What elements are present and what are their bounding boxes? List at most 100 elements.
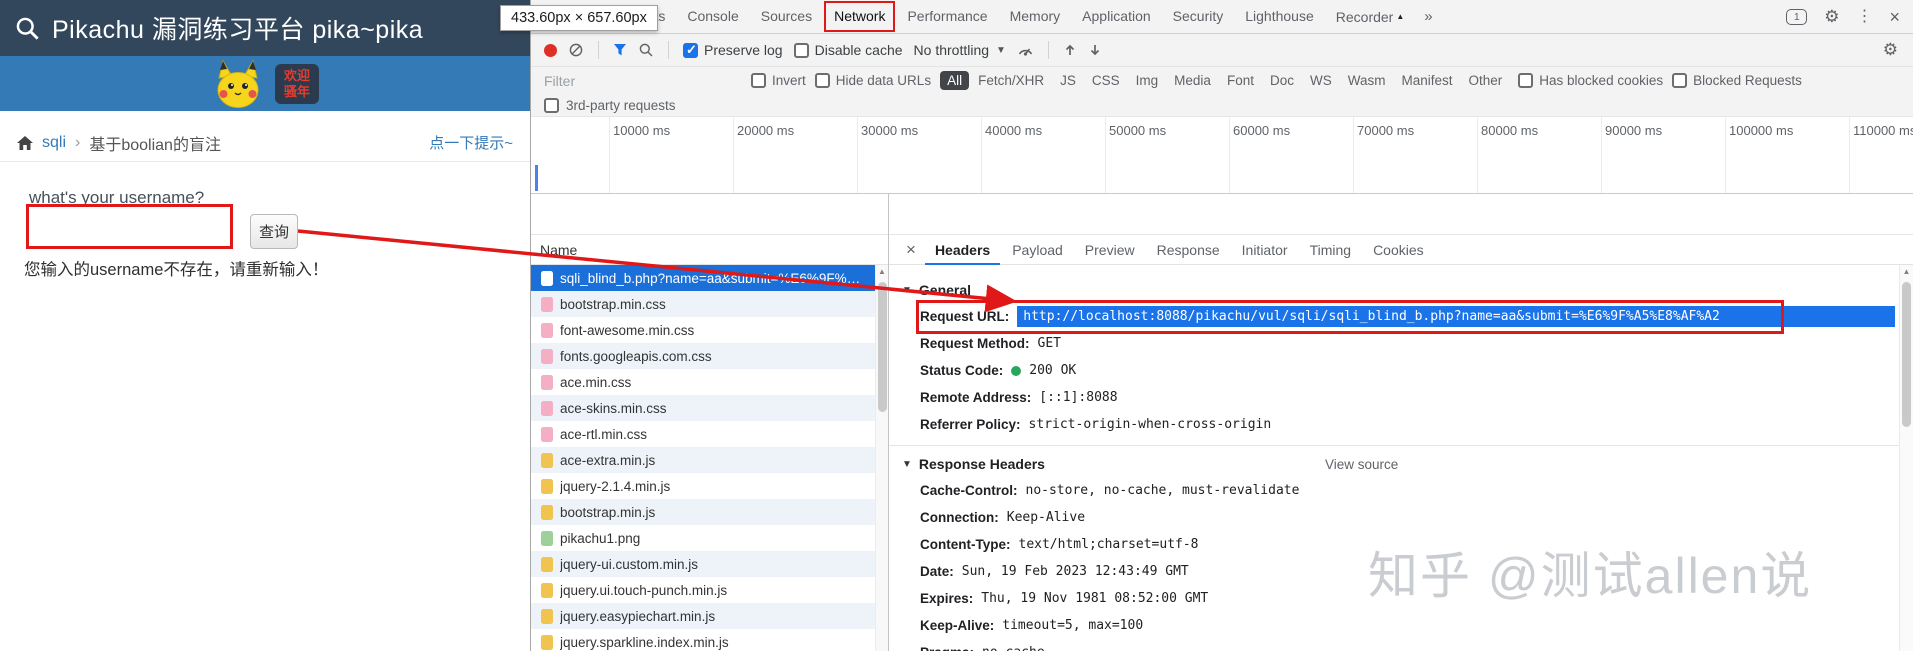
filter-pill-css[interactable]: CSS <box>1085 71 1127 90</box>
filter-funnel-icon[interactable] <box>613 43 627 57</box>
filter-pill-js[interactable]: JS <box>1053 71 1083 90</box>
details-scrollbar[interactable]: ▲ <box>1899 265 1913 651</box>
preserve-log-checkbox[interactable] <box>683 42 698 58</box>
more-options-icon[interactable]: ⋮ <box>1856 8 1872 25</box>
issues-counter-icon[interactable]: 1 <box>1786 8 1808 25</box>
request-row[interactable]: bootstrap.min.css <box>531 291 875 317</box>
timeline-gridline <box>1229 117 1230 193</box>
scrollbar-thumb[interactable] <box>878 282 887 412</box>
network-overview-timeline[interactable]: 10000 ms 20000 ms 30000 ms 40000 ms 5000… <box>531 117 1913 194</box>
request-row[interactable]: jquery.ui.touch-punch.min.js <box>531 577 875 603</box>
query-button[interactable]: 查询 <box>250 214 298 249</box>
header-row-status-code: Status Code: 200 OK <box>920 363 1077 378</box>
request-row[interactable]: ace.min.css <box>531 369 875 395</box>
scrollbar-thumb[interactable] <box>1902 282 1911 427</box>
request-row[interactable]: font-awesome.min.css <box>531 317 875 343</box>
filter-pill-other[interactable]: Other <box>1462 71 1510 90</box>
tab-application[interactable]: Application <box>1071 0 1162 33</box>
throttling-select[interactable]: No throttling ▼ <box>914 42 1006 58</box>
request-row[interactable]: fonts.googleapis.com.css <box>531 343 875 369</box>
tab-response[interactable]: Response <box>1147 235 1230 265</box>
document-file-icon <box>541 270 553 286</box>
js-file-icon <box>541 478 553 494</box>
disable-cache-checkbox[interactable] <box>793 42 809 58</box>
filter-input[interactable] <box>544 72 742 89</box>
request-row[interactable]: ace-extra.min.js <box>531 447 875 473</box>
filter-pill-media[interactable]: Media <box>1167 71 1218 90</box>
name-column-header[interactable]: Name <box>531 234 888 265</box>
header-row-remote-address: Remote Address: [::1]:8088 <box>920 390 1118 405</box>
blocked-requests-label: Blocked Requests <box>1693 73 1802 88</box>
tab-payload[interactable]: Payload <box>1002 235 1073 265</box>
request-row[interactable]: ace-rtl.min.css <box>531 421 875 447</box>
filter-pill-doc[interactable]: Doc <box>1263 71 1301 90</box>
scroll-up-icon[interactable]: ▲ <box>876 265 888 278</box>
tab-cookies[interactable]: Cookies <box>1363 235 1434 265</box>
chevron-down-icon: ▼ <box>996 44 1006 56</box>
js-file-icon <box>541 556 553 572</box>
clear-network-log-icon[interactable] <box>568 42 584 58</box>
blocked-requests-checkbox-group[interactable]: Blocked Requests <box>1672 73 1802 88</box>
tab-sources[interactable]: Sources <box>750 0 823 33</box>
disable-cache-checkbox-group[interactable]: Disable cache <box>793 42 903 58</box>
tab-headers[interactable]: Headers <box>924 235 1001 265</box>
third-party-checkbox[interactable] <box>544 97 559 113</box>
request-row[interactable]: ace-skins.min.css <box>531 395 875 421</box>
hint-link[interactable]: 点一下提示~ <box>429 132 513 153</box>
annotation-box-request-url <box>916 300 1784 334</box>
blocked-requests-checkbox[interactable] <box>1672 73 1688 88</box>
import-har-icon[interactable] <box>1063 43 1077 57</box>
request-row-selected[interactable]: sqli_blind_b.php?name=aa&submit=%E6%9F%A… <box>531 265 875 291</box>
request-row[interactable]: jquery.easypiechart.min.js <box>531 603 875 629</box>
tab-console[interactable]: Console <box>676 0 749 33</box>
more-tabs-chevron[interactable]: » <box>1415 8 1441 25</box>
filter-pill-wasm[interactable]: Wasm <box>1341 71 1393 90</box>
filter-pill-font[interactable]: Font <box>1220 71 1261 90</box>
tab-lighthouse[interactable]: Lighthouse <box>1234 0 1325 33</box>
view-source-link[interactable]: View source <box>1325 457 1398 472</box>
search-icon[interactable] <box>638 42 654 58</box>
hide-data-urls-checkbox-group[interactable]: Hide data URLs <box>814 73 931 88</box>
request-row[interactable]: pikachu1.png <box>531 525 875 551</box>
filter-pill-ws[interactable]: WS <box>1303 71 1339 90</box>
username-input[interactable] <box>26 204 233 249</box>
network-settings-gear-icon[interactable]: ⚙ <box>1883 40 1900 60</box>
tab-security[interactable]: Security <box>1162 0 1235 33</box>
scroll-up-icon[interactable]: ▲ <box>1900 265 1913 278</box>
filter-pill-fetch-xhr[interactable]: Fetch/XHR <box>971 71 1051 90</box>
export-har-icon[interactable] <box>1088 43 1102 57</box>
settings-gear-icon[interactable]: ⚙ <box>1824 8 1839 25</box>
preserve-log-checkbox-group[interactable]: Preserve log <box>683 42 783 58</box>
response-headers-section-header[interactable]: ▼ Response Headers View source <box>889 451 1899 477</box>
has-blocked-cookies-checkbox-group[interactable]: Has blocked cookies <box>1518 73 1663 88</box>
tab-initiator[interactable]: Initiator <box>1232 235 1298 265</box>
tab-timing[interactable]: Timing <box>1300 235 1362 265</box>
tab-preview[interactable]: Preview <box>1075 235 1145 265</box>
request-row[interactable]: bootstrap.min.js <box>531 499 875 525</box>
request-row[interactable]: jquery.sparkline.index.min.js <box>531 629 875 651</box>
close-details-icon[interactable]: × <box>899 240 923 260</box>
timeline-gridline <box>1105 117 1106 193</box>
network-conditions-icon[interactable] <box>1017 42 1034 58</box>
request-list-scrollbar[interactable]: ▲ <box>875 265 888 651</box>
request-row[interactable]: jquery-ui.custom.min.js <box>531 551 875 577</box>
request-row[interactable]: jquery-2.1.4.min.js <box>531 473 875 499</box>
hide-data-urls-checkbox[interactable] <box>814 73 830 88</box>
tab-recorder[interactable]: Recorder ▲ <box>1325 0 1416 34</box>
close-devtools-icon[interactable]: × <box>1889 8 1900 26</box>
welcome-badge: 欢迎 骚年 <box>274 63 319 104</box>
breadcrumb-sqli-link[interactable]: sqli <box>42 134 66 152</box>
has-blocked-cookies-checkbox[interactable] <box>1518 73 1534 88</box>
invert-checkbox-group[interactable]: Invert <box>751 73 806 88</box>
invert-checkbox[interactable] <box>751 73 766 88</box>
record-network-log-icon[interactable] <box>544 43 557 57</box>
timeline-gridline <box>1849 117 1850 193</box>
home-icon[interactable] <box>17 135 33 150</box>
tab-network[interactable]: Network <box>823 0 896 33</box>
filter-pill-all[interactable]: All <box>940 71 970 90</box>
tab-memory[interactable]: Memory <box>999 0 1072 33</box>
filter-pill-img[interactable]: Img <box>1129 71 1166 90</box>
welcome-line-1: 欢迎 <box>283 67 310 83</box>
tab-performance[interactable]: Performance <box>896 0 998 33</box>
filter-pill-manifest[interactable]: Manifest <box>1394 71 1459 90</box>
